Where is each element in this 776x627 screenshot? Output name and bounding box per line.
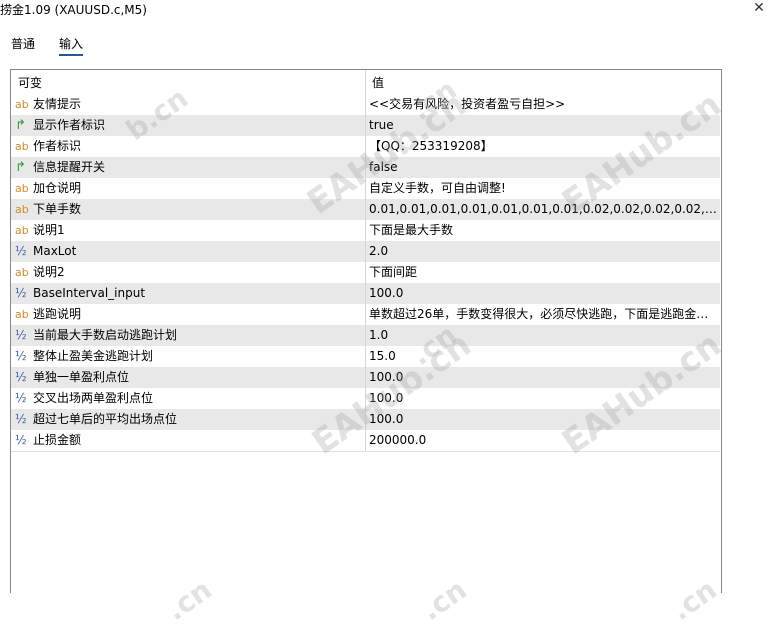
grid-row[interactable]: ½ 当前最大手数启动逃跑计划 1.0 bbox=[11, 325, 720, 346]
column-divider bbox=[365, 199, 366, 220]
parameter-name: 加仓说明 bbox=[33, 181, 82, 195]
parameter-value[interactable]: 100.0 bbox=[369, 283, 717, 304]
parameter-value[interactable]: false bbox=[369, 157, 717, 178]
column-divider bbox=[365, 178, 366, 199]
column-divider bbox=[365, 115, 366, 136]
grid-row[interactable]: ½ 超过七单后的平均出场点位 100.0 bbox=[11, 409, 720, 430]
parameter-value[interactable]: 0.01,0.01,0.01,0.01,0.01,0.01,0.01,0.02,… bbox=[369, 199, 717, 220]
inputs-grid: 可变 值 ab 友情提示 <<交易有风险，投资者盈亏自担>> ↱ 显示作者标识 true a… bbox=[10, 69, 722, 593]
parameter-name: 下单手数 bbox=[33, 202, 82, 216]
column-divider bbox=[365, 94, 366, 115]
parameter-name: 单独一单盈利点位 bbox=[33, 370, 130, 384]
column-divider bbox=[365, 241, 366, 262]
close-icon[interactable]: ✕ bbox=[742, 0, 776, 18]
title-bar: 捞金1.09 (XAUUSD.c,M5) ✕ bbox=[0, 0, 776, 22]
parameter-value[interactable]: 2.0 bbox=[369, 241, 717, 262]
parameter-name: 逃跑说明 bbox=[33, 307, 82, 321]
number-icon: ½ bbox=[15, 286, 27, 300]
text-icon: ab bbox=[15, 140, 29, 153]
parameter-value[interactable]: <<交易有风险，投资者盈亏自担>> bbox=[369, 94, 717, 115]
parameter-name: 显示作者标识 bbox=[33, 118, 106, 132]
grid-rows: ab 友情提示 <<交易有风险，投资者盈亏自担>> ↱ 显示作者标识 true ab 作者标识… bbox=[11, 94, 720, 452]
column-divider bbox=[365, 220, 366, 241]
parameter-value[interactable]: 下面是最大手数 bbox=[369, 220, 717, 241]
window-title: 捞金1.09 (XAUUSD.c,M5) bbox=[0, 3, 147, 17]
column-divider bbox=[365, 262, 366, 283]
parameter-value[interactable]: 单数超过26单，手数变得很大，必须尽快逃跑，下面是逃跑金额... bbox=[369, 304, 717, 325]
grid-row[interactable]: ab 逃跑说明 单数超过26单，手数变得很大，必须尽快逃跑，下面是逃跑金额... bbox=[11, 304, 720, 325]
parameter-name: 友情提示 bbox=[33, 97, 82, 111]
parameter-name: 说明1 bbox=[33, 223, 65, 237]
grid-row[interactable]: ½ BaseInterval_input 100.0 bbox=[11, 283, 720, 304]
tab-common[interactable]: 普通 bbox=[11, 35, 35, 52]
grid-row[interactable]: ½ 止损金额 200000.0 bbox=[11, 430, 720, 452]
parameter-value[interactable]: 1.0 bbox=[369, 325, 717, 346]
parameter-name: 整体止盈美金逃跑计划 bbox=[33, 349, 154, 363]
parameter-value[interactable]: 100.0 bbox=[369, 388, 717, 409]
parameter-value[interactable]: 200000.0 bbox=[369, 430, 717, 451]
number-icon: ½ bbox=[15, 391, 27, 405]
number-icon: ½ bbox=[15, 349, 27, 363]
column-divider bbox=[365, 157, 366, 178]
grid-row[interactable]: ½ 整体止盈美金逃跑计划 15.0 bbox=[11, 346, 720, 367]
parameter-value[interactable]: 【QQ：253319208】 bbox=[369, 136, 717, 157]
column-header-value[interactable]: 值 bbox=[372, 70, 384, 94]
text-icon: ab bbox=[15, 266, 29, 279]
grid-row[interactable]: ab 作者标识 【QQ：253319208】 bbox=[11, 136, 720, 157]
parameter-name: 说明2 bbox=[33, 265, 65, 279]
parameter-value[interactable]: 100.0 bbox=[369, 367, 717, 388]
parameter-value[interactable]: true bbox=[369, 115, 717, 136]
column-divider bbox=[365, 346, 366, 367]
parameter-name: 超过七单后的平均出场点位 bbox=[33, 412, 178, 426]
column-divider bbox=[365, 136, 366, 157]
parameter-value[interactable]: 下面间距 bbox=[369, 262, 717, 283]
parameter-value[interactable]: 100.0 bbox=[369, 409, 717, 430]
bool-icon: ↱ bbox=[15, 160, 26, 175]
parameter-name: 信息提醒开关 bbox=[33, 160, 106, 174]
parameter-name: 交叉出场两单盈利点位 bbox=[33, 391, 154, 405]
text-icon: ab bbox=[15, 98, 29, 111]
parameter-name: 当前最大手数启动逃跑计划 bbox=[33, 328, 178, 342]
number-icon: ½ bbox=[15, 328, 27, 342]
tab-bar: 普通 输入 bbox=[0, 28, 776, 58]
column-divider bbox=[365, 283, 366, 304]
column-divider bbox=[365, 367, 366, 388]
number-icon: ½ bbox=[15, 412, 27, 426]
grid-row[interactable]: ab 说明2 下面间距 bbox=[11, 262, 720, 283]
parameter-name: 止损金额 bbox=[33, 433, 82, 447]
number-icon: ½ bbox=[15, 433, 27, 447]
grid-row[interactable]: ½ 交叉出场两单盈利点位 100.0 bbox=[11, 388, 720, 409]
tab-inputs[interactable]: 输入 bbox=[59, 35, 83, 52]
grid-row[interactable]: ↱ 信息提醒开关 false bbox=[11, 157, 720, 178]
parameter-name: 作者标识 bbox=[33, 139, 82, 153]
grid-header: 可变 值 bbox=[11, 70, 721, 94]
column-divider bbox=[365, 325, 366, 346]
text-icon: ab bbox=[15, 308, 29, 321]
text-icon: ab bbox=[15, 203, 29, 216]
grid-row[interactable]: ↱ 显示作者标识 true bbox=[11, 115, 720, 136]
column-divider bbox=[365, 388, 366, 409]
parameter-name: MaxLot bbox=[33, 244, 77, 258]
grid-row[interactable]: ½ MaxLot 2.0 bbox=[11, 241, 720, 262]
number-icon: ½ bbox=[15, 244, 27, 258]
grid-row[interactable]: ab 友情提示 <<交易有风险，投资者盈亏自担>> bbox=[11, 94, 720, 115]
text-icon: ab bbox=[15, 224, 29, 237]
grid-row[interactable]: ab 说明1 下面是最大手数 bbox=[11, 220, 720, 241]
column-divider bbox=[365, 409, 366, 430]
column-divider bbox=[365, 304, 366, 325]
active-tab-indicator bbox=[59, 54, 83, 56]
text-icon: ab bbox=[15, 182, 29, 195]
parameter-name: BaseInterval_input bbox=[33, 286, 146, 300]
grid-row[interactable]: ab 加仓说明 自定义手数，可自由调整! bbox=[11, 178, 720, 199]
parameter-value[interactable]: 自定义手数，可自由调整! bbox=[369, 178, 717, 199]
bool-icon: ↱ bbox=[15, 118, 26, 133]
header-divider[interactable] bbox=[365, 70, 366, 94]
column-header-variable[interactable]: 可变 bbox=[18, 70, 42, 94]
grid-row[interactable]: ab 下单手数 0.01,0.01,0.01,0.01,0.01,0.01,0.01… bbox=[11, 199, 720, 220]
column-divider bbox=[365, 430, 366, 451]
parameter-value[interactable]: 15.0 bbox=[369, 346, 717, 367]
grid-row[interactable]: ½ 单独一单盈利点位 100.0 bbox=[11, 367, 720, 388]
number-icon: ½ bbox=[15, 370, 27, 384]
